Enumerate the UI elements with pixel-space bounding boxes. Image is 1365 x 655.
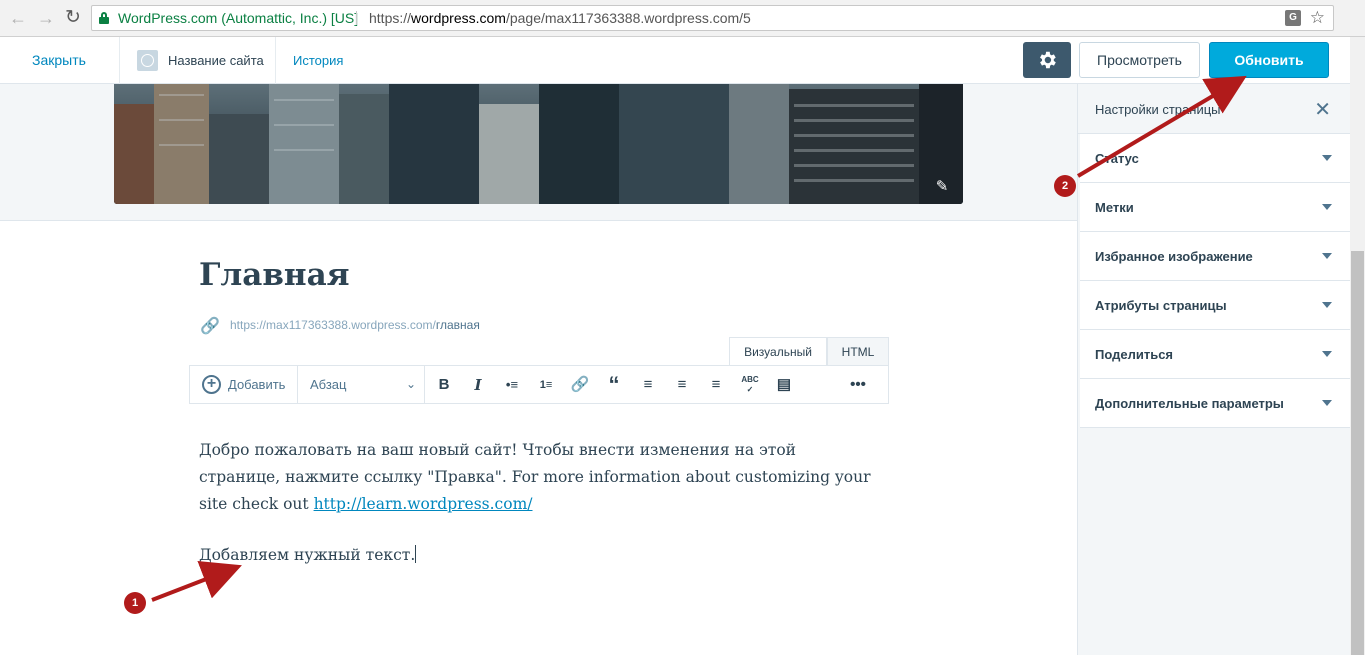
close-button[interactable]: Закрыть (0, 37, 120, 84)
italic-icon[interactable]: I (468, 375, 488, 395)
align-left-icon[interactable]: ≡ (638, 375, 658, 395)
content-paragraph-2: Добавляем нужный текст. (199, 545, 417, 564)
caret-down-icon (1322, 302, 1332, 308)
link-insert-icon[interactable]: 🔗 (570, 375, 590, 395)
page-scrollbar[interactable] (1350, 37, 1365, 655)
page-title[interactable]: Главная (199, 257, 350, 293)
chevron-down-icon: ⌄ (405, 377, 416, 391)
step-1-badge: 1 (124, 592, 146, 614)
editor-toolbar: + Добавить Абзац ⌄ B I •≡ 1≡ 🔗 “ ≡ ≡ ≡ A… (189, 365, 889, 404)
numbered-list-icon[interactable]: 1≡ (536, 375, 556, 395)
sidebar-sections: Статус Метки Избранное изображение Атриб… (1080, 134, 1350, 428)
step-2-badge: 2 (1054, 175, 1076, 197)
format-label: Абзац (310, 377, 347, 392)
site-title-label: Название сайта (168, 53, 264, 68)
reload-icon[interactable]: ↻ (63, 8, 83, 28)
plus-circle-icon: + (202, 375, 221, 394)
sidebar-item-sharing[interactable]: Поделиться (1080, 330, 1350, 379)
text-caret (415, 545, 417, 563)
city-skyline-image (114, 84, 963, 204)
site-globe-icon (137, 50, 158, 71)
back-arrow-icon[interactable]: ← (8, 8, 28, 28)
add-media-button[interactable]: + Добавить (190, 366, 298, 403)
history-button[interactable]: История (293, 37, 343, 84)
permalink[interactable]: 🔗 https://max117363388.wordpress.com/глав… (200, 316, 480, 336)
close-icon[interactable]: ✕ (1314, 84, 1331, 136)
paragraph-format-select[interactable]: Абзац ⌄ (298, 366, 425, 403)
caret-down-icon (1322, 351, 1332, 357)
more-options-icon[interactable]: ••• (848, 375, 868, 395)
sidebar-item-featured-image[interactable]: Избранное изображение (1080, 232, 1350, 281)
bold-icon[interactable]: B (434, 375, 454, 395)
settings-button[interactable] (1023, 42, 1071, 78)
forward-arrow-icon[interactable]: → (36, 8, 56, 28)
caret-down-icon (1322, 155, 1332, 161)
header-image[interactable]: ✎ (114, 84, 963, 204)
certificate-label: WordPress.com (Automattic, Inc.) [US] (118, 10, 359, 26)
tab-visual[interactable]: Визуальный (729, 337, 827, 365)
browser-toolbar: ← → ↻ WordPress.com (Automattic, Inc.) [… (0, 0, 1365, 37)
update-button[interactable]: Обновить (1209, 42, 1329, 78)
blockquote-icon[interactable]: “ (604, 374, 624, 396)
sidebar-title: Настройки страницы (1095, 102, 1221, 117)
align-center-icon[interactable]: ≡ (672, 375, 692, 395)
sidebar-header: Настройки страницы ✕ (1078, 84, 1351, 134)
gear-icon (1040, 51, 1056, 69)
preview-button[interactable]: Просмотреть (1079, 42, 1200, 78)
lock-icon (99, 12, 109, 24)
address-bar[interactable]: WordPress.com (Automattic, Inc.) [US] ht… (91, 5, 1334, 31)
url-text[interactable]: https://wordpress.com/page/max117363388.… (369, 6, 751, 30)
editor-masterbar: Закрыть Название сайта История Просмотре… (0, 37, 1365, 84)
edit-pencil-icon[interactable]: ✎ (933, 178, 951, 196)
caret-down-icon (1322, 400, 1332, 406)
sidebar-item-more-options[interactable]: Дополнительные параметры (1080, 379, 1350, 428)
caret-down-icon (1322, 253, 1332, 259)
add-label: Добавить (228, 377, 286, 392)
scrollbar-thumb[interactable] (1351, 251, 1364, 655)
read-more-icon[interactable]: ▤ (774, 375, 794, 395)
site-title-button[interactable]: Название сайта (120, 37, 276, 84)
bulleted-list-icon[interactable]: •≡ (502, 375, 522, 395)
page-settings-sidebar: Настройки страницы ✕ Статус Метки Избран… (1077, 84, 1351, 655)
learn-link[interactable]: http://learn.wordpress.com/ (314, 495, 533, 513)
sidebar-item-status[interactable]: Статус (1080, 134, 1350, 183)
editor-content[interactable]: Добро пожаловать на ваш новый сайт! Чтоб… (199, 437, 879, 593)
sidebar-item-page-attributes[interactable]: Атрибуты страницы (1080, 281, 1350, 330)
link-icon: 🔗 (200, 318, 220, 335)
spellcheck-icon[interactable]: ABC ✓ (740, 375, 760, 395)
align-right-icon[interactable]: ≡ (706, 375, 726, 395)
bookmark-star-icon[interactable]: ☆ (1310, 6, 1325, 30)
translate-icon[interactable]: G (1285, 10, 1301, 26)
sidebar-item-tags[interactable]: Метки (1080, 183, 1350, 232)
tab-html[interactable]: HTML (827, 337, 889, 365)
content-paragraph-1: Добро пожаловать на ваш новый сайт! Чтоб… (199, 441, 871, 513)
caret-down-icon (1322, 204, 1332, 210)
